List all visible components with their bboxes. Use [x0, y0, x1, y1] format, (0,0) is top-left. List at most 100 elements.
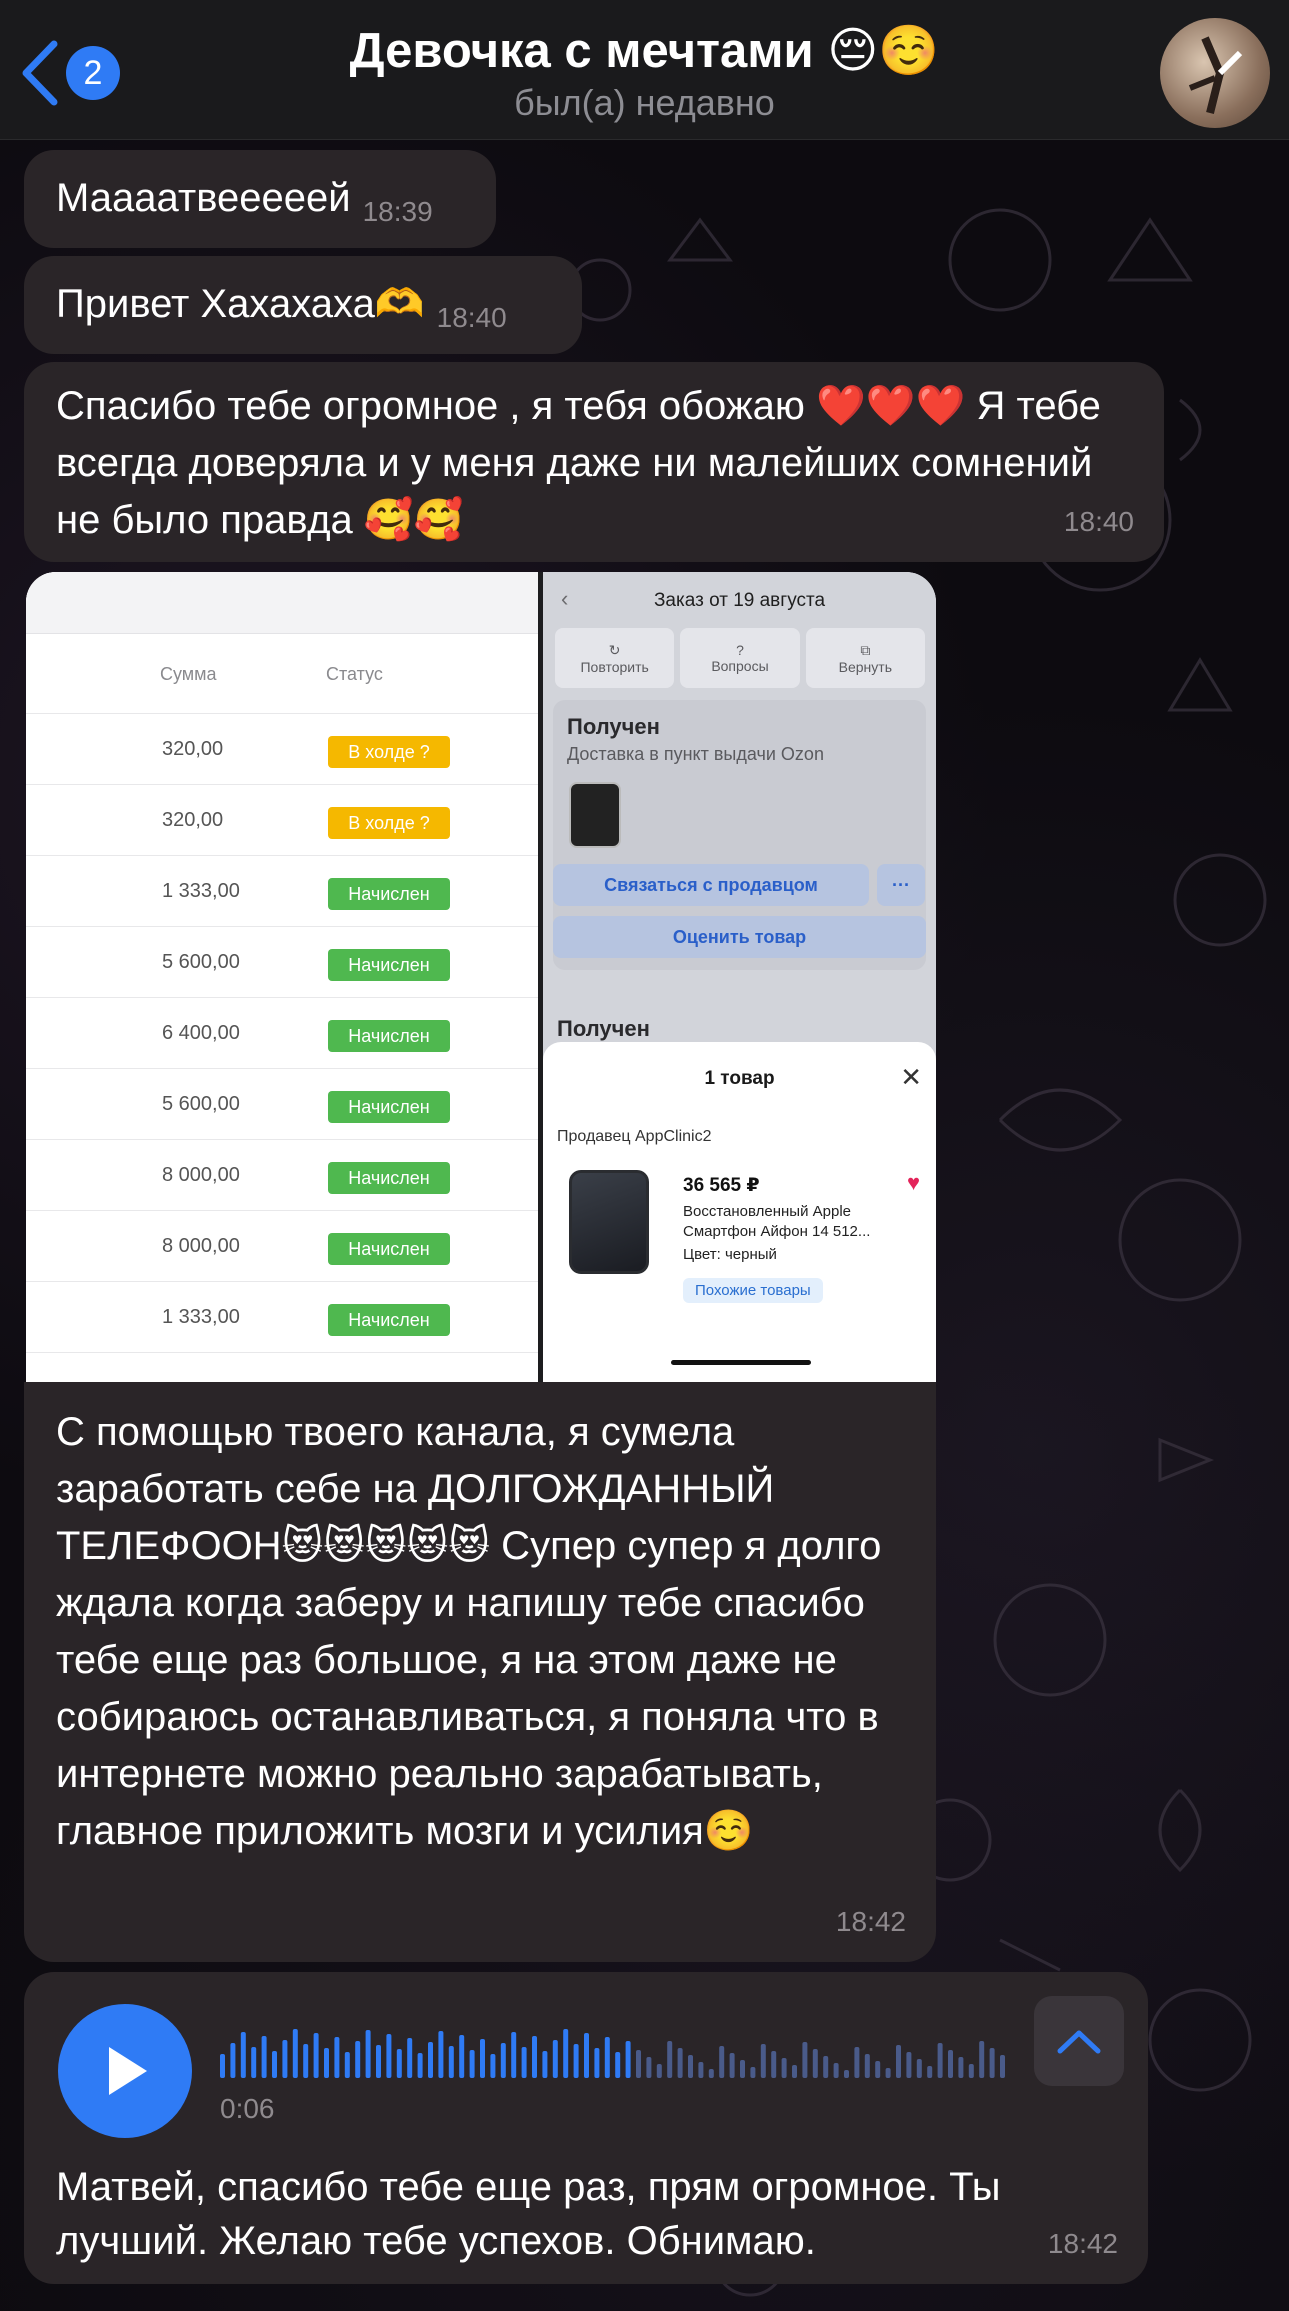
row-amount: 320,00	[162, 738, 224, 760]
product-sheet: 1 товар ✕ Продавец AppClinic2 36 565 ₽ В…	[543, 1042, 936, 1382]
table-header: Сумма Статус	[26, 634, 538, 714]
waveform-bar	[833, 2063, 839, 2078]
waveform-bar	[500, 2043, 506, 2078]
row-amount: 320,00	[162, 809, 224, 831]
waveform-bar	[313, 2033, 319, 2078]
waveform-bar	[781, 2058, 787, 2078]
message-time: 18:42	[1047, 2228, 1118, 2259]
row-amount: 1 333,00	[162, 1306, 240, 1328]
waveform-bar	[844, 2070, 849, 2078]
waveform-bar	[396, 2049, 402, 2078]
waveform-bar	[802, 2042, 808, 2078]
waveform-bar	[688, 2055, 693, 2078]
delivery-info: Доставка в пункт выдачи Ozon	[567, 744, 824, 764]
waveform-bar	[604, 2037, 610, 2078]
waveform-bar	[220, 2054, 225, 2078]
message-bubble[interactable]: Маааатвееееей 18:39	[24, 150, 496, 248]
repeat-action: ↻ Повторить	[555, 628, 675, 688]
waveform-bar	[355, 2041, 361, 2078]
waveform[interactable]	[220, 2022, 1010, 2078]
waveform-bar	[521, 2047, 527, 2078]
table-row: 1 333,00 Начислен	[26, 1282, 538, 1353]
row-amount: 5 600,00	[162, 951, 240, 973]
waveform-bar	[625, 2041, 631, 2078]
waveform-bar	[573, 2044, 579, 2078]
play-icon	[109, 2047, 147, 2095]
chat-status: был(а) недавно	[514, 82, 775, 123]
photo-attachment[interactable]: Сумма Статус 320,00 В холде ? 320,00 В холд…	[26, 572, 936, 1382]
waveform-bar	[563, 2029, 569, 2078]
voice-message[interactable]: 0:06 Матвей, спасибо тебе еще раз, прям …	[24, 1972, 1148, 2284]
table-row: 5 600,00 Начислен	[26, 1069, 538, 1140]
row-status-badge: Начислен	[328, 949, 450, 981]
order-screenshot: ‹ Заказ от 19 августа ↻ Повторить ? Вопрос…	[543, 572, 936, 1382]
waveform-bar	[480, 2039, 485, 2078]
waveform-bar	[667, 2041, 673, 2078]
message-time: 18:39	[362, 196, 433, 227]
waveform-bar	[490, 2054, 496, 2078]
waveform-bar	[823, 2056, 829, 2078]
message-text: С помощью твоего канала, я сумела зарабо…	[56, 1410, 882, 1853]
row-amount: 1 333,00	[162, 880, 240, 902]
message-bubble[interactable]: Спасибо тебе огромное , я тебя обожаю ❤️…	[24, 362, 1164, 562]
message-text: Маааатвееееей	[56, 176, 351, 220]
waveform-bar	[615, 2052, 621, 2078]
waveform-bar	[438, 2031, 444, 2078]
chat-title[interactable]: Девочка с мечтами 😔☺️	[0, 22, 1289, 79]
waveform-bar	[407, 2038, 413, 2078]
row-amount: 6 400,00	[162, 1022, 240, 1044]
waveform-bar	[989, 2048, 995, 2078]
message-text: Привет Хахахаха🫶	[56, 282, 425, 326]
similar-products-button: Похожие товары	[683, 1278, 823, 1303]
waveform-bar	[958, 2057, 964, 2078]
waveform-bar	[771, 2051, 777, 2078]
chat-header: 2 Девочка с мечтами 😔☺️ был(а) недавно	[0, 0, 1289, 140]
collapse-transcript-button[interactable]	[1034, 1996, 1124, 2086]
waveform-bar	[428, 2042, 433, 2078]
message-time: 18:40	[1063, 506, 1134, 537]
waveform-bar	[292, 2029, 298, 2078]
waveform-bar	[365, 2030, 371, 2078]
row-status-badge: Начислен	[328, 1233, 450, 1265]
row-amount: 8 000,00	[162, 1164, 240, 1186]
voice-transcript: Матвей, спасибо тебе еще раз, прям огром…	[56, 2165, 1001, 2263]
chevron-up-icon	[1057, 2030, 1101, 2054]
play-button[interactable]	[58, 2004, 192, 2138]
waveform-bar	[448, 2046, 454, 2078]
return-action: ⧉ Вернуть	[805, 628, 925, 688]
phone-image	[569, 1170, 649, 1274]
waveform-bar	[532, 2036, 537, 2078]
waveform-bar	[584, 2033, 589, 2078]
waveform-bar	[542, 2051, 548, 2078]
waveform-bar	[334, 2037, 340, 2078]
message-bubble[interactable]: С помощью твоего канала, я сумела зарабо…	[24, 1382, 936, 1962]
row-status-badge: Начислен	[328, 1091, 450, 1123]
waveform-bar	[251, 2047, 257, 2078]
waveform-bar	[979, 2041, 985, 2078]
home-indicator	[671, 1360, 811, 1365]
waveform-bar	[469, 2050, 475, 2078]
waveform-bar	[1000, 2055, 1005, 2078]
waveform-bar	[552, 2040, 558, 2078]
waveform-bar	[303, 2044, 309, 2078]
waveform-bar	[750, 2067, 756, 2078]
contact-seller-button: Связаться с продавцом	[553, 864, 869, 906]
screenshot-top-bar	[26, 572, 538, 634]
message-time: 18:42	[835, 1906, 906, 1937]
product-color: Цвет: черный	[683, 1246, 777, 1263]
row-status-badge: В холде ?	[328, 807, 450, 839]
waveform-bar	[885, 2068, 891, 2078]
phone-thumbnail	[569, 782, 621, 848]
waveform-bar	[646, 2057, 652, 2078]
avatar[interactable]	[1160, 18, 1270, 128]
waveform-bar	[261, 2036, 267, 2078]
waveform-bar	[740, 2060, 745, 2078]
rate-product-button: Оценить товар	[553, 916, 926, 958]
waveform-bar	[459, 2035, 465, 2078]
message-bubble[interactable]: Привет Хахахаха🫶 18:40	[24, 256, 582, 354]
row-amount: 5 600,00	[162, 1093, 240, 1115]
waveform-bar	[344, 2052, 350, 2078]
waveform-bar	[376, 2045, 381, 2078]
avatar-image	[1188, 36, 1243, 114]
earnings-screenshot: Сумма Статус 320,00 В холде ? 320,00 В холд…	[26, 572, 538, 1382]
